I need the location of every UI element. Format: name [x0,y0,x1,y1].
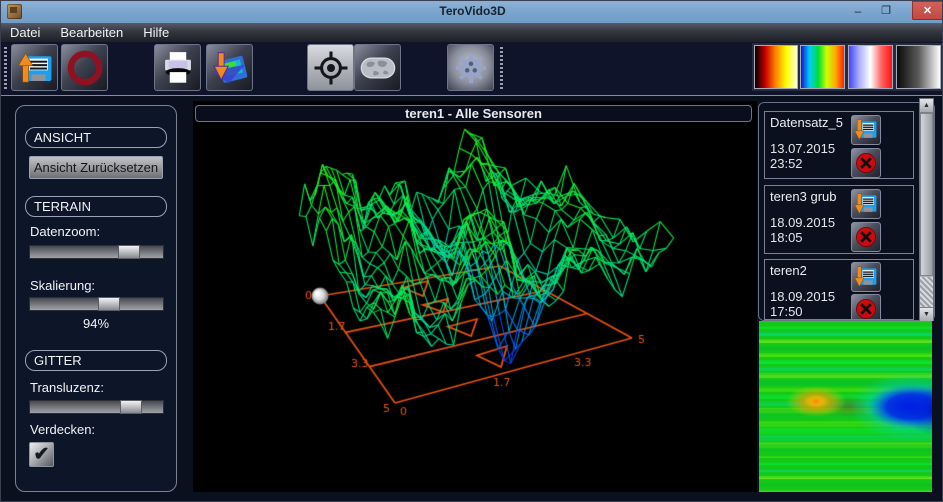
menu-hilfe[interactable]: Hilfe [133,23,179,42]
dataset-date: 18.09.2015 [770,289,835,304]
viewport-title: teren1 - Alle Sensoren [195,105,752,122]
floppy-down-arrow-icon [853,117,879,143]
datenzoom-slider[interactable] [29,245,164,259]
group-ansicht: ANSICHT [25,127,167,148]
dataset-name: teren2 [770,263,807,278]
crosshair-icon [311,48,351,88]
reset-view-button[interactable]: Ansicht Zurücksetzen [29,156,163,179]
minimize-button[interactable]: – [846,1,870,20]
verdecken-label: Verdecken: [30,422,95,437]
terrain-3d-canvas[interactable] [193,123,757,492]
skalierung-readout: 94% [16,316,176,331]
dataset-date: 13.07.2015 [770,141,835,156]
window-title: TeroVido3D [1,4,943,18]
heatmap-preview[interactable] [759,321,932,492]
dataset-scrollbar[interactable]: ▲ ▼ [919,98,934,321]
dataset-name: Datensatz_5 [770,115,843,130]
transluzenz-slider-handle[interactable] [120,400,142,414]
dataset-entry[interactable]: teren3 grub 18.09.2015 18:05 [764,185,914,254]
dataset-delete-button[interactable] [851,294,881,320]
scroll-down-icon: ▼ [923,311,930,318]
record-circle-icon [65,48,105,88]
dataset-list: Datensatz_5 13.07.2015 23:52 [758,102,935,321]
load-dataset-button[interactable] [11,44,58,91]
floppy-up-arrow-icon [15,48,55,88]
dataset-time: 17:50 [770,304,803,319]
dataset-save-button[interactable] [851,115,881,145]
world-map-button[interactable] [354,44,401,91]
floppy-down-arrow-icon [853,264,879,290]
control-sidebar: ANSICHT Ansicht Zurücksetzen TERRAIN Dat… [15,105,177,492]
delete-x-icon [853,224,879,250]
app-window: TeroVido3D – ❐ ✕ Datei Bearbeiten Hilfe [0,0,943,502]
checkmark-icon: ✔ [34,443,50,466]
verdecken-checkbox[interactable]: ✔ [29,442,54,467]
datenzoom-label: Datenzoom: [30,224,100,239]
close-button[interactable]: ✕ [912,1,943,20]
delete-x-icon [853,150,879,176]
menu-datei[interactable]: Datei [1,23,50,42]
scroll-up-button[interactable]: ▲ [920,99,933,113]
center-view-button[interactable] [307,44,354,91]
colormap-rainbow-button[interactable] [800,45,845,89]
menu-bar: Datei Bearbeiten Hilfe [1,23,943,42]
floppy-down-arrow-icon [853,191,879,217]
transluzenz-slider[interactable] [29,400,164,414]
toolbar-grip[interactable] [500,47,503,91]
dataset-save-button[interactable] [851,262,881,292]
printer-icon [158,48,198,88]
toolbar [1,42,943,96]
datenzoom-slider-handle[interactable] [118,245,140,259]
title-bar[interactable]: TeroVido3D – ❐ ✕ [1,1,943,23]
print-button[interactable] [154,44,201,91]
toolbar-grip[interactable] [4,47,7,91]
floppy-export-icon [210,48,250,88]
group-gitter: GITTER [25,350,167,371]
transluzenz-label: Transluzenz: [30,380,104,395]
skalierung-slider-handle[interactable] [98,297,120,311]
scroll-down-button[interactable]: ▼ [920,307,933,321]
export-image-button[interactable] [206,44,253,91]
skalierung-label: Skalierung: [30,278,95,293]
record-button[interactable] [61,44,108,91]
colormap-bluewhitered-button[interactable] [848,45,893,89]
skalierung-slider[interactable] [29,297,164,311]
dataset-save-button[interactable] [851,189,881,219]
scroll-up-icon: ▲ [923,102,930,109]
scrollbar-thumb[interactable] [920,113,933,276]
world-map-icon [357,47,399,89]
dataset-entry[interactable]: Datensatz_5 13.07.2015 23:52 [764,111,914,179]
dataset-entry[interactable]: teren2 18.09.2015 17:50 [764,259,914,320]
settings-button[interactable] [447,44,494,91]
colormap-hot-button[interactable] [754,45,798,89]
terrain-viewport: teren1 - Alle Sensoren [193,101,757,492]
dataset-time: 18:05 [770,230,803,245]
dataset-time: 23:52 [770,156,803,171]
dataset-delete-button[interactable] [851,222,881,252]
dataset-name: teren3 grub [770,189,837,204]
dataset-delete-button[interactable] [851,148,881,178]
delete-x-icon [853,296,879,320]
scrollbar-track[interactable] [920,277,933,307]
colormap-grayscale-button[interactable] [896,45,941,89]
gear-icon [451,48,491,88]
dataset-date: 18.09.2015 [770,215,835,230]
group-terrain: TERRAIN [25,196,167,217]
menu-bearbeiten[interactable]: Bearbeiten [50,23,133,42]
restore-button[interactable]: ❐ [874,1,898,20]
